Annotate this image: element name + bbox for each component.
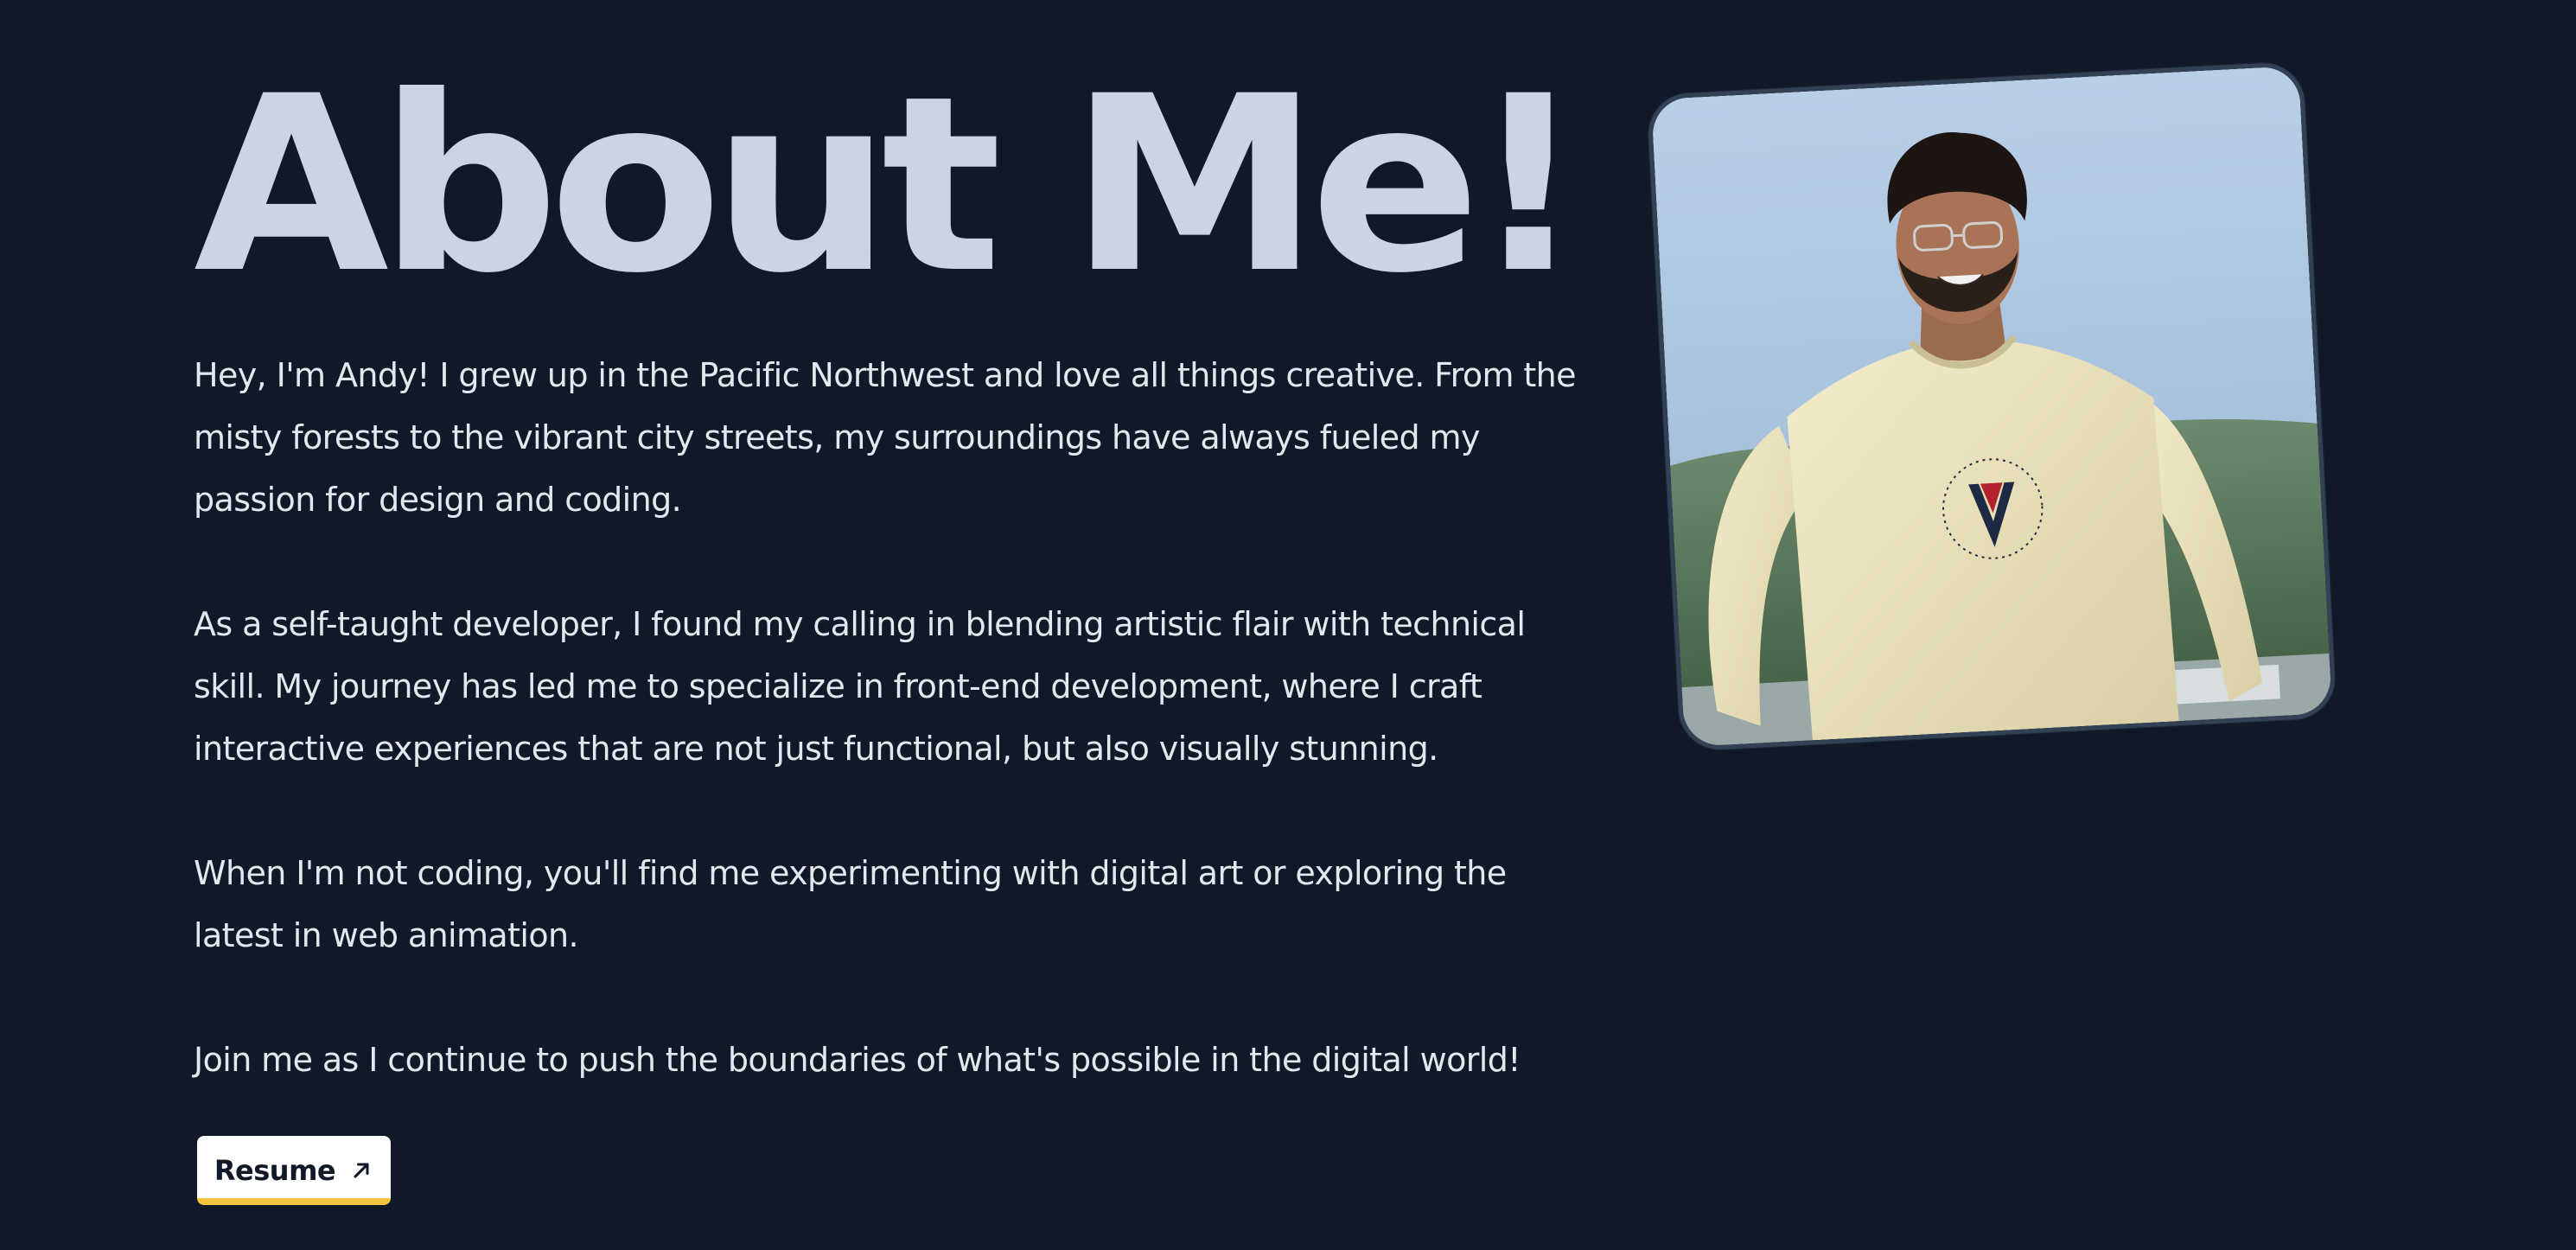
profile-photo [1646, 61, 2337, 752]
page-title: About Me! [194, 43, 1586, 327]
resume-button-label: Resume [214, 1154, 336, 1187]
bio-paragraph-4: Join me as I continue to push the bounda… [194, 1041, 1521, 1079]
resume-button[interactable]: Resume [197, 1136, 391, 1205]
bio-paragraph-2: As a self-taught developer, I found my c… [194, 605, 1526, 768]
arrow-up-right-icon [354, 1163, 369, 1178]
bio-text: Hey, I'm Andy! I grew up in the Pacific … [194, 344, 1577, 1091]
bio-paragraph-1: Hey, I'm Andy! I grew up in the Pacific … [194, 356, 1577, 519]
portrait-illustration [1650, 65, 2333, 748]
bio-paragraph-3: When I'm not coding, you'll find me expe… [194, 854, 1507, 954]
